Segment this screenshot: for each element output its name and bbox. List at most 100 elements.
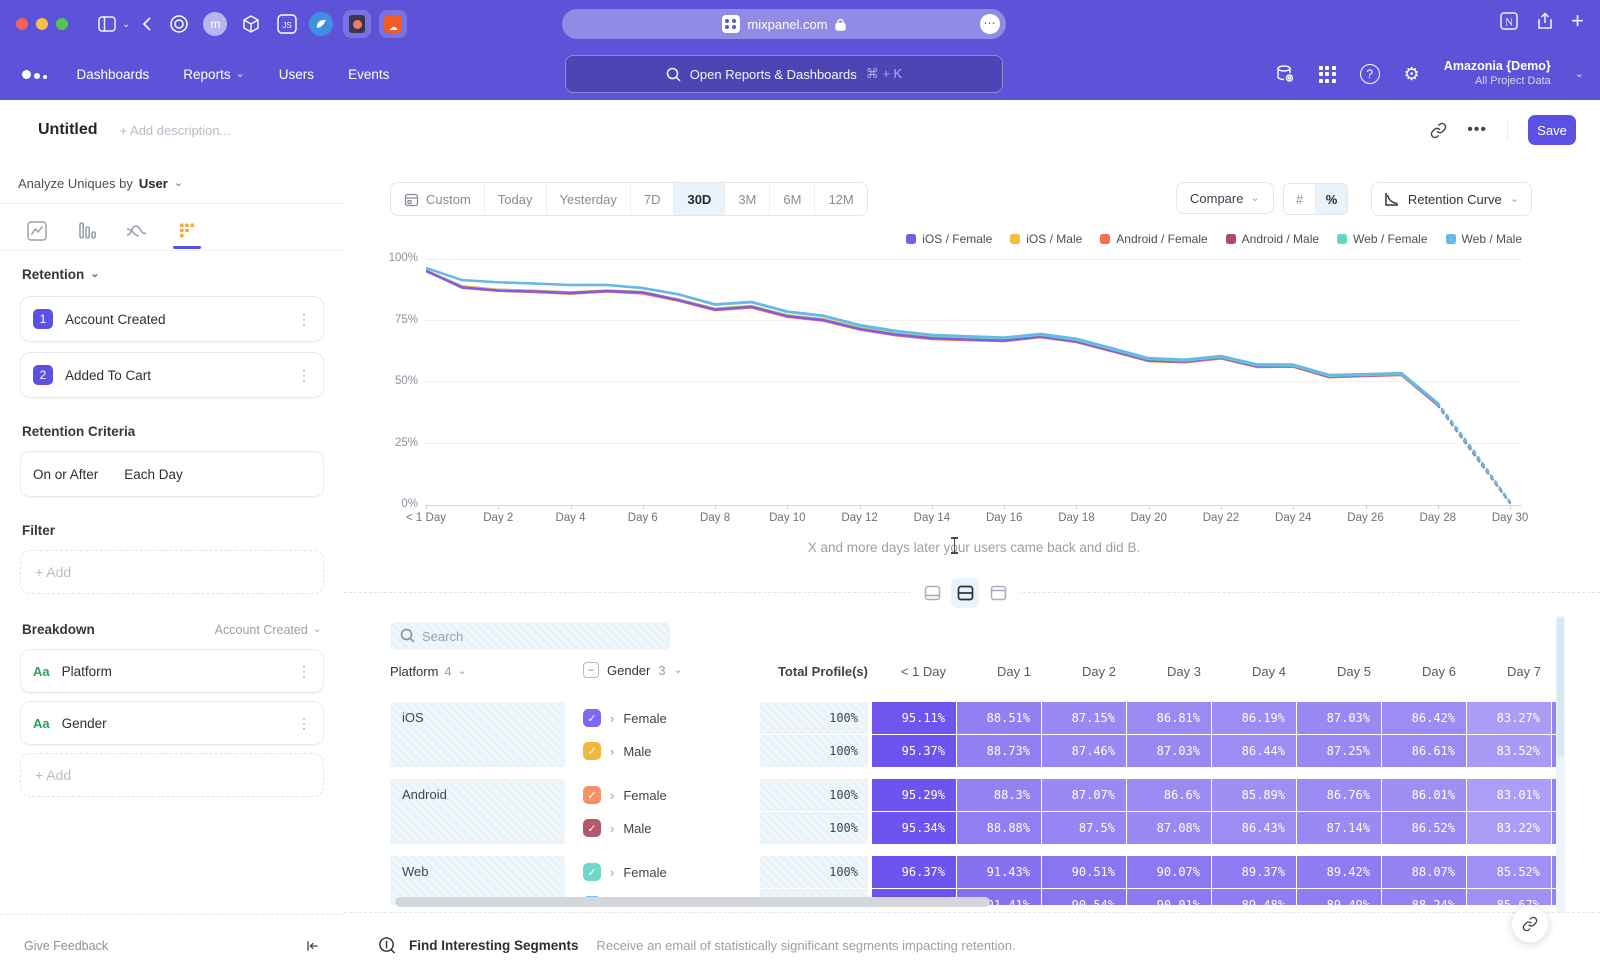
- avatar-app-icon[interactable]: m: [203, 12, 227, 36]
- retention-value-cell[interactable]: 86.19%: [1212, 702, 1296, 734]
- breakdown-property-label[interactable]: Platform: [62, 664, 285, 679]
- retention-value-cell[interactable]: 95.11%: [872, 702, 956, 734]
- tab-flows[interactable]: [122, 214, 152, 248]
- more-options-icon[interactable]: •••: [1467, 121, 1487, 139]
- retention-value-cell[interactable]: 85.89%: [1212, 779, 1296, 811]
- retention-value-cell[interactable]: 88.07%: [1382, 856, 1466, 888]
- step-card-added-to-cart[interactable]: 2 Added To Cart ⋮: [20, 352, 324, 398]
- collapse-sidebar-icon[interactable]: [304, 938, 320, 954]
- retention-value-cell[interactable]: 88.51%: [957, 702, 1041, 734]
- range-custom[interactable]: Custom: [391, 183, 485, 215]
- retention-value-cell[interactable]: 85.67%: [1467, 889, 1551, 905]
- browser-sidebar-icon[interactable]: [98, 16, 116, 32]
- tab-retention[interactable]: [172, 214, 202, 248]
- horizontal-scrollbar[interactable]: [395, 897, 990, 907]
- retention-value-cell[interactable]: 87.03%: [1127, 735, 1211, 767]
- row-checkbox[interactable]: ✓: [583, 863, 601, 881]
- gender-row-android-female[interactable]: ✓›Female: [583, 779, 667, 811]
- soundcloud-app-icon[interactable]: ☁: [379, 10, 407, 38]
- org-switcher[interactable]: Amazonia {Demo} All Project Data: [1444, 59, 1551, 88]
- split-view-toggle[interactable]: [951, 578, 979, 608]
- retention-value-cell[interactable]: 87.07%: [1042, 779, 1126, 811]
- retention-value-cell[interactable]: 87.14%: [1297, 812, 1381, 844]
- vertical-scrollbar[interactable]: [1556, 615, 1565, 912]
- retention-value-cell[interactable]: 90.01%: [1127, 889, 1211, 905]
- copy-link-icon[interactable]: [1430, 122, 1447, 139]
- gender-row-web-female[interactable]: ✓›Female: [583, 856, 667, 888]
- compare-button[interactable]: Compare ⌄: [1176, 182, 1274, 214]
- retention-value-cell[interactable]: 95.37%: [872, 735, 956, 767]
- legend-item[interactable]: iOS / Male: [1010, 232, 1082, 246]
- retention-value-cell[interactable]: 86.42%: [1382, 702, 1466, 734]
- range-3m[interactable]: 3M: [725, 183, 770, 215]
- unit-percent-toggle[interactable]: %: [1316, 184, 1347, 214]
- retention-value-cell[interactable]: 86.76%: [1297, 779, 1381, 811]
- retention-value-cell[interactable]: 83.27%: [1467, 702, 1551, 734]
- back-icon[interactable]: [142, 17, 151, 31]
- breakdown-scope-select[interactable]: Account Created ⌄: [215, 623, 322, 637]
- retention-value-cell[interactable]: 87.08%: [1127, 812, 1211, 844]
- retention-value-cell[interactable]: 83.22%: [1467, 812, 1551, 844]
- range-30d[interactable]: 30D: [674, 183, 725, 215]
- retention-value-cell[interactable]: 90.07%: [1127, 856, 1211, 888]
- retention-value-cell[interactable]: 88.88%: [957, 812, 1041, 844]
- box-app-icon[interactable]: [237, 10, 265, 38]
- expand-chevron-icon[interactable]: ›: [610, 711, 614, 726]
- table-search-input[interactable]: [390, 622, 670, 650]
- range-yesterday[interactable]: Yesterday: [547, 183, 631, 215]
- tab-funnels[interactable]: [72, 214, 102, 248]
- retention-value-cell[interactable]: 87.25%: [1297, 735, 1381, 767]
- breakdown-property-label[interactable]: Gender: [62, 716, 285, 731]
- retention-value-cell[interactable]: 86.6%: [1127, 779, 1211, 811]
- retention-value-cell[interactable]: 88.73%: [957, 735, 1041, 767]
- legend-item[interactable]: iOS / Female: [906, 232, 992, 246]
- retention-value-cell[interactable]: 89.49%: [1297, 889, 1381, 905]
- retention-value-cell[interactable]: 88.3%: [957, 779, 1041, 811]
- gender-row-ios-female[interactable]: ✓›Female: [583, 702, 667, 734]
- retention-criteria-card[interactable]: On or After Each Day: [20, 451, 324, 497]
- criteria-condition-select[interactable]: On or After: [33, 467, 98, 482]
- retention-value-cell[interactable]: 86.52%: [1382, 812, 1466, 844]
- retention-value-cell[interactable]: 86.61%: [1382, 735, 1466, 767]
- share-link-fab[interactable]: [1511, 905, 1549, 943]
- retention-value-cell[interactable]: 87.46%: [1042, 735, 1126, 767]
- retention-value-cell[interactable]: 86.81%: [1127, 702, 1211, 734]
- range-today[interactable]: Today: [485, 183, 547, 215]
- nav-item-users[interactable]: Users: [279, 67, 314, 82]
- analyze-entity-select[interactable]: User: [139, 176, 168, 191]
- kebab-menu-icon[interactable]: ⋮: [297, 715, 311, 732]
- legend-item[interactable]: Web / Female: [1337, 232, 1427, 246]
- target-app-icon[interactable]: [165, 10, 193, 38]
- table-only-toggle[interactable]: [984, 578, 1012, 608]
- kebab-menu-icon[interactable]: ⋮: [297, 367, 311, 384]
- js-app-icon[interactable]: JS: [273, 10, 301, 38]
- unit-number-toggle[interactable]: #: [1284, 184, 1315, 214]
- nav-item-events[interactable]: Events: [348, 67, 389, 82]
- row-checkbox[interactable]: ✓: [583, 742, 601, 760]
- address-bar[interactable]: mixpanel.com ⋯: [562, 9, 1006, 39]
- help-icon[interactable]: ?: [1360, 64, 1380, 84]
- retention-value-cell[interactable]: 87.5%: [1042, 812, 1126, 844]
- globe-app-icon[interactable]: [309, 12, 333, 36]
- row-checkbox[interactable]: ✓: [583, 709, 601, 727]
- report-title[interactable]: Untitled: [38, 121, 98, 139]
- minimize-window-button[interactable]: [36, 18, 48, 30]
- legend-item[interactable]: Android / Male: [1226, 232, 1319, 246]
- row-checkbox[interactable]: ✓: [583, 819, 601, 837]
- gender-row-ios-male[interactable]: ✓›Male: [583, 735, 652, 767]
- retention-value-cell[interactable]: 87.15%: [1042, 702, 1126, 734]
- legend-item[interactable]: Android / Female: [1100, 232, 1207, 246]
- retention-value-cell[interactable]: 83.52%: [1467, 735, 1551, 767]
- kebab-menu-icon[interactable]: ⋮: [297, 663, 311, 680]
- step-card-account-created[interactable]: 1 Account Created ⋮: [20, 296, 324, 342]
- chart-type-select[interactable]: Retention Curve ⌄: [1371, 182, 1532, 216]
- range-7d[interactable]: 7D: [631, 183, 675, 215]
- chevron-down-icon[interactable]: ⌄: [122, 19, 130, 30]
- retention-value-cell[interactable]: 88.24%: [1382, 889, 1466, 905]
- breakdown-card-gender[interactable]: Aa Gender ⋮: [20, 701, 324, 745]
- new-tab-icon[interactable]: +: [1571, 10, 1584, 32]
- close-window-button[interactable]: [16, 18, 28, 30]
- retention-value-cell[interactable]: 95.29%: [872, 779, 956, 811]
- site-settings-icon[interactable]: ⋯: [980, 14, 1000, 34]
- tab-insights[interactable]: [22, 214, 52, 248]
